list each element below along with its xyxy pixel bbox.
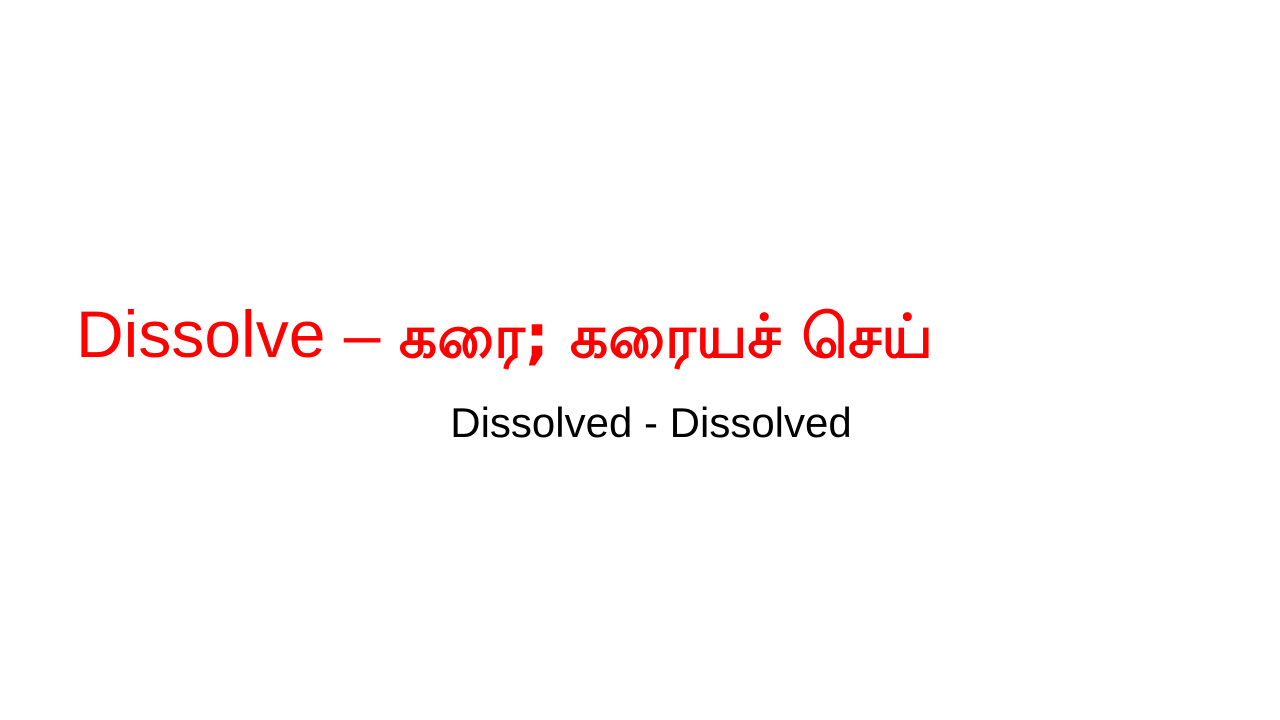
headline-separator: – bbox=[343, 297, 381, 371]
headline-tamil: கரை; கரையச் செய் bbox=[398, 302, 933, 372]
subline: Dissolved - Dissolved bbox=[450, 399, 852, 446]
slide: Dissolve – கரை; கரையச் செய் Dissolved - … bbox=[0, 0, 1280, 720]
headline: Dissolve – கரை; கரையச் செய் bbox=[0, 291, 1280, 380]
headline-english: Dissolve bbox=[76, 297, 326, 371]
